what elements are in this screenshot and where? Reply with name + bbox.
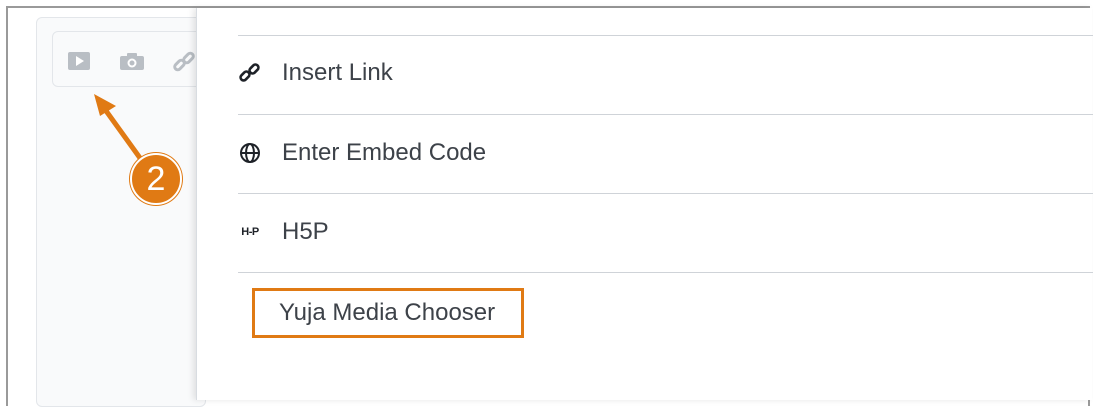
step-number-badge: 2 — [130, 153, 182, 205]
